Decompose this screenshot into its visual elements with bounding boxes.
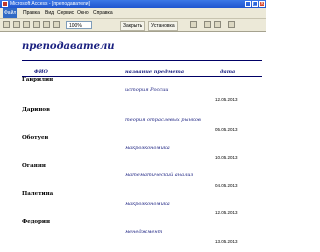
menu-view[interactable]: Вид [44, 8, 55, 18]
page-setup-button[interactable]: Установка [148, 21, 178, 31]
lesson-date: 13.05.2013 [215, 239, 238, 244]
lesson-date: 05.05.2013 [215, 127, 238, 132]
teacher-name: Даринов [22, 107, 50, 113]
close-preview-button[interactable]: Закрыть [120, 21, 146, 31]
help-icon[interactable] [228, 21, 235, 28]
window-title: Microsoft Access - [преподаватели] [10, 1, 90, 7]
menu-file[interactable]: Файл [3, 8, 18, 18]
subject-name: математический анализ [125, 172, 194, 178]
column-header-name: ФИО [34, 69, 48, 75]
two-pages-icon[interactable] [43, 21, 50, 28]
database-window-icon[interactable] [204, 21, 211, 28]
header-divider [22, 76, 262, 77]
column-header-subject: название предмета [125, 69, 185, 75]
lesson-date: 10.05.2013 [215, 155, 238, 160]
lesson-date: 12.05.2013 [215, 210, 238, 215]
teacher-name: Гаврилин [22, 77, 54, 83]
menu-window[interactable]: Окно [76, 8, 90, 18]
teacher-name: Палетина [22, 191, 54, 197]
access-app-icon [2, 1, 8, 7]
toolbar: 100% Закрыть Установка [0, 19, 266, 32]
title-bar: Microsoft Access - [преподаватели] _ □ × [0, 0, 266, 8]
office-links-icon[interactable] [190, 21, 197, 28]
new-object-icon[interactable] [214, 21, 221, 28]
report-title: преподаватели [22, 41, 115, 52]
subject-name: менеджмент [125, 229, 163, 235]
zoom-select[interactable]: 100% [66, 21, 92, 29]
title-divider [22, 60, 262, 61]
teacher-name: Федорин [22, 219, 51, 225]
teacher-name: Оботуев [22, 135, 49, 141]
lesson-date: 04.05.2013 [215, 183, 238, 188]
print-icon[interactable] [13, 21, 20, 28]
subject-name: макроэкономика [125, 201, 170, 207]
column-header-date: дата [220, 69, 236, 75]
one-page-icon[interactable] [33, 21, 40, 28]
multiple-pages-icon[interactable] [53, 21, 60, 28]
zoom-icon[interactable] [23, 21, 30, 28]
teacher-name: Оганян [22, 163, 46, 169]
subject-name: история России [125, 87, 169, 93]
lesson-date: 12.05.2013 [215, 97, 238, 102]
maximize-button[interactable]: □ [252, 1, 258, 7]
close-window-button[interactable]: × [259, 1, 265, 7]
subject-name: теория отраслевых рынков [125, 117, 201, 123]
minimize-button[interactable]: _ [245, 1, 251, 7]
menu-edit[interactable]: Правка [22, 8, 41, 18]
menu-bar: Файл Правка Вид Сервис Окно Справка [0, 8, 266, 19]
menu-tools[interactable]: Сервис [56, 8, 75, 18]
subject-name: макроэкономика [125, 145, 170, 151]
view-icon[interactable] [3, 21, 10, 28]
menu-help[interactable]: Справка [92, 8, 114, 18]
